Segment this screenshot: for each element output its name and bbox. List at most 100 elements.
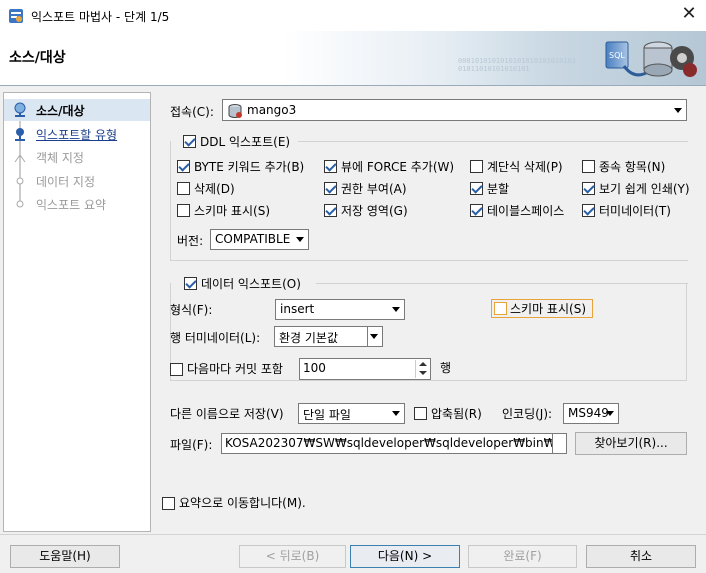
show-schema-label: 스키마 표시(S) [194,204,270,218]
step-export-types[interactable]: 익스포트할 유형 [4,123,150,145]
step-current-icon [14,102,26,117]
step-label: 소스/대상 [36,104,85,118]
line-terminator-select[interactable]: 환경 기본값 [274,326,383,347]
format-label: 형식(F): [170,303,213,317]
group-border [686,283,687,380]
storage-label: 저장 영역(G) [341,204,408,218]
data-export-checkbox[interactable] [184,277,197,290]
group-divider [316,283,688,284]
step-source-target[interactable]: 소스/대상 [4,99,150,121]
show-schema-checkbox[interactable] [177,204,190,217]
cascade-drop-checkbox[interactable] [470,160,483,173]
step-specify-objects: 객체 지정 [4,146,150,168]
file-history-dropdown[interactable] [552,434,566,453]
version-value: COMPATIBLE [215,232,291,246]
connection-select[interactable]: mango3 [222,99,687,121]
data-export-label: 데이터 익스포트(O) [201,277,301,291]
connection-label: 접속(C): [170,105,214,119]
chevron-down-icon [392,411,400,416]
step-pending-icon [14,154,26,163]
group-border [170,141,171,261]
format-select[interactable]: insert [275,299,405,320]
save-as-select[interactable]: 단일 파일 [298,403,405,424]
commit-rows-stepper[interactable]: 100 [299,358,431,380]
step-pending-icon [16,177,24,185]
compress-label: 압축됨(R) [431,407,482,421]
database-icon [228,104,242,118]
app-icon [9,9,23,23]
tablespace-checkbox[interactable] [470,204,483,217]
go-to-summary-checkbox[interactable] [162,497,175,510]
step-label: 익스포트 요약 [36,198,107,212]
chevron-down-icon [370,334,378,339]
browse-button[interactable]: 찾아보기(R)... [575,432,687,455]
save-as-value: 단일 파일 [303,408,351,422]
partitioning-label: 분할 [487,182,510,196]
file-label: 파일(F): [170,438,213,452]
data-show-schema-checkbox[interactable] [494,302,507,315]
file-path-value: KOSA202307₩SW₩sqldeveloper₩sqldeveloper₩… [225,436,553,450]
cascade-drop-label: 계단식 삭제(P) [487,160,563,174]
terminator-label: 터미네이터(T) [599,204,671,218]
step-label: 데이터 지정 [36,175,96,189]
step-pending-icon [16,200,24,208]
pretty-print-label: 보기 쉽게 인쇄(Y) [599,182,690,196]
byte-keyword-label: BYTE 키워드 추가(B) [194,160,305,174]
commit-label: 다음마다 커밋 포함 [187,362,283,376]
group-divider [170,380,687,381]
drop-checkbox[interactable] [177,182,190,195]
chevron-down-icon [606,411,614,416]
format-value: insert [280,302,315,316]
byte-keyword-checkbox[interactable] [177,160,190,173]
help-button[interactable]: 도움말(H) [10,545,120,568]
file-path-input[interactable]: KOSA202307₩SW₩sqldeveloper₩sqldeveloper₩… [221,433,567,454]
grants-label: 권한 부여(A) [341,182,407,196]
force-view-label: 뷰에 FORCE 추가(W) [341,160,455,174]
encoding-value: MS949 [568,406,609,420]
database-export-icon: SQL [605,41,697,77]
ddl-export-label: DDL 익스포트(E) [200,135,291,149]
step-label: 객체 지정 [36,151,84,165]
connection-value: mango3 [247,103,297,117]
header-binary-decoration: 0001010101010101010101010101 01011010101… [458,57,577,73]
group-divider [170,260,688,261]
title-bar: 익스포트 마법사 - 단계 1/5 ✕ [0,0,706,31]
cancel-button[interactable]: 취소 [586,545,696,568]
commit-checkbox[interactable] [170,363,183,376]
footer-divider [0,534,706,535]
dependents-checkbox[interactable] [582,160,595,173]
go-to-summary-label: 요약으로 이동합니다(M). [179,496,306,510]
step-label: 익스포트할 유형 [36,128,118,142]
commit-unit-label: 행 [440,361,452,375]
close-icon[interactable]: ✕ [676,3,702,27]
partitioning-checkbox[interactable] [470,182,483,195]
next-button[interactable]: 다음(N) > [350,545,460,568]
grants-checkbox[interactable] [324,182,337,195]
stepper-up-icon[interactable] [415,360,430,369]
chevron-down-icon [674,108,682,113]
combo-divider [367,327,368,346]
chevron-down-icon [296,237,304,242]
wizard-header: 소스/대상 0001010101010101010101010101 01011… [0,31,706,86]
force-view-checkbox[interactable] [324,160,337,173]
wizard-steps-panel: 소스/대상 익스포트할 유형 객체 지정 데이터 지정 익스포트 요약 [3,92,151,532]
compress-checkbox[interactable] [414,407,427,420]
group-divider [298,141,688,142]
chevron-down-icon [392,307,400,312]
step-export-summary: 익스포트 요약 [4,193,150,215]
line-terminator-value: 환경 기본값 [279,331,339,345]
stepper-down-icon[interactable] [415,369,430,378]
pretty-print-checkbox[interactable] [582,182,595,195]
version-select[interactable]: COMPATIBLE [210,229,309,250]
svg-text:SQL: SQL [609,51,625,60]
finish-button[interactable]: 완료(F) [468,545,577,568]
encoding-select[interactable]: MS949 [563,403,619,424]
storage-checkbox[interactable] [324,204,337,217]
tablespace-label: 테이블스페이스 [487,204,565,218]
ddl-export-checkbox[interactable] [183,135,196,148]
back-button[interactable]: < 뒤로(B) [239,545,346,568]
terminator-checkbox[interactable] [582,204,595,217]
step-specify-data: 데이터 지정 [4,170,150,192]
window-title: 익스포트 마법사 - 단계 1/5 [31,10,170,24]
page-title: 소스/대상 [9,50,66,66]
